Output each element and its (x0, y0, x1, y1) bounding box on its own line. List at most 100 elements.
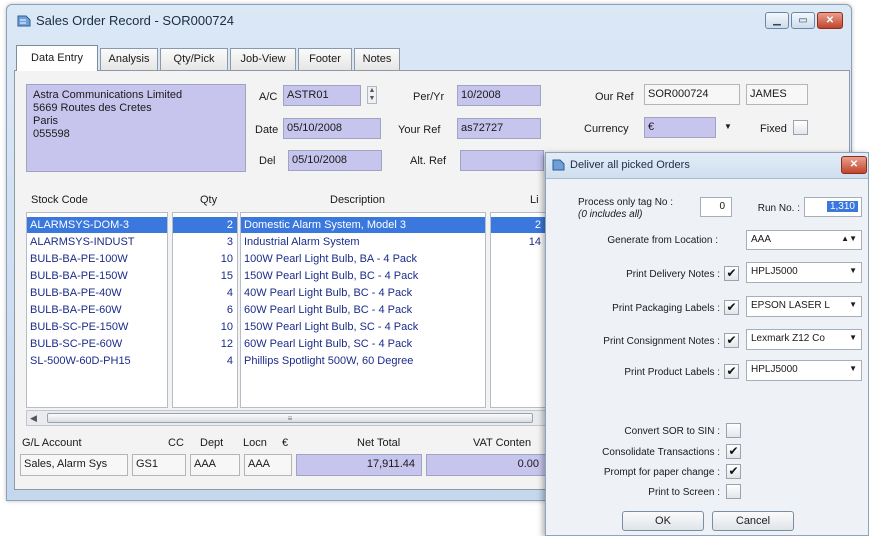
table-row-4-desc[interactable]: 40W Pearl Light Bulb, BC - 4 Pack (241, 285, 485, 301)
table-row-8-code[interactable]: SL-500W-60D-PH15 (27, 353, 167, 369)
table-row-4-code[interactable]: BULB-BA-PE-40W (27, 285, 167, 301)
table-row-2-desc[interactable]: 100W Pearl Light Bulb, BA - 4 Pack (241, 251, 485, 267)
table-row-5-desc[interactable]: 60W Pearl Light Bulb, BC - 4 Pack (241, 302, 485, 318)
scroll-thumb[interactable]: ≡ (47, 413, 533, 423)
run-no-input[interactable]: 1,310 (804, 197, 862, 217)
cc-field[interactable]: GS1 (132, 454, 186, 476)
print-to-screen-checkbox[interactable] (726, 484, 741, 499)
customer-address-box[interactable]: Astra Communications Limited 5669 Routes… (26, 84, 246, 172)
table-row-5-qty[interactable]: 6 (173, 302, 237, 318)
gl-account-field[interactable]: Sales, Alarm Sys (20, 454, 128, 476)
alt-ref-label: Alt. Ref (410, 155, 447, 167)
currency-symbol: € (282, 437, 289, 449)
table-row-2-qty[interactable]: 10 (173, 251, 237, 267)
consignment-notes-printer: Lexmark Z12 Co (751, 333, 825, 344)
table-row-1-desc[interactable]: Industrial Alarm System (241, 234, 485, 250)
ok-button[interactable]: OK (622, 511, 704, 531)
dialog-close-button[interactable]: ✕ (841, 156, 867, 174)
locn-field[interactable]: AAA (244, 454, 292, 476)
table-row-1-qty[interactable]: 3 (173, 234, 237, 250)
table-row-6-code[interactable]: BULB-SC-PE-150W (27, 319, 167, 335)
table-row-8-qty[interactable]: 4 (173, 353, 237, 369)
print-product-labels-checkbox[interactable]: ✔ (724, 364, 739, 379)
stock-code-column: ALARMSYS-DOM-3 ALARMSYS-INDUST BULB-BA-P… (26, 212, 168, 408)
table-row-8-desc[interactable]: Phillips Spotlight 500W, 60 Degree (241, 353, 485, 369)
fixed-checkbox[interactable] (793, 120, 808, 135)
close-icon: ✕ (825, 15, 835, 26)
scroll-left-icon[interactable]: ◀ (30, 411, 37, 425)
table-row-6-qty[interactable]: 10 (173, 319, 237, 335)
table-row-0-code[interactable]: ALARMSYS-DOM-3 (27, 217, 167, 233)
maximize-button[interactable]: ▭ (791, 12, 815, 29)
table-row-1-line[interactable]: 14 (491, 234, 545, 250)
table-row-0-qty[interactable]: 2 (173, 217, 237, 233)
date-field[interactable]: 05/10/2008 (283, 118, 381, 139)
chevron-down-icon: ▼ (849, 364, 857, 373)
dept-field[interactable]: AAA (190, 454, 240, 476)
horizontal-scrollbar[interactable]: ◀ ≡ (26, 410, 546, 426)
cc-label: CC (168, 437, 184, 449)
tab-qty-pick[interactable]: Qty/Pick (160, 48, 228, 70)
table-row-5-code[interactable]: BULB-BA-PE-60W (27, 302, 167, 318)
cancel-button[interactable]: Cancel (712, 511, 794, 531)
per-yr-field[interactable]: 10/2008 (457, 85, 541, 106)
table-row-0-line[interactable]: 2 (491, 217, 545, 233)
window-title: Sales Order Record - SOR000724 (36, 13, 234, 28)
your-ref-field[interactable]: as72727 (457, 118, 541, 139)
table-row-3-code[interactable]: BULB-BA-PE-150W (27, 268, 167, 284)
del-field[interactable]: 05/10/2008 (288, 150, 382, 171)
minimize-button[interactable]: ▁ (765, 12, 789, 29)
generate-location-input[interactable]: AAA ▲▼ (746, 230, 862, 250)
table-row-7-desc[interactable]: 60W Pearl Light Bulb, SC - 4 Pack (241, 336, 485, 352)
tab-footer[interactable]: Footer (298, 48, 352, 70)
table-row-1-code[interactable]: ALARMSYS-INDUST (27, 234, 167, 250)
minimize-icon: ▁ (773, 15, 781, 26)
table-row-6-desc[interactable]: 150W Pearl Light Bulb, SC - 4 Pack (241, 319, 485, 335)
tab-job-view[interactable]: Job-View (230, 48, 296, 70)
process-tag-note: (0 includes all) (578, 209, 643, 220)
print-consignment-notes-checkbox[interactable]: ✔ (724, 333, 739, 348)
customer-name: Astra Communications Limited (33, 89, 183, 101)
table-row-2-code[interactable]: BULB-BA-PE-100W (27, 251, 167, 267)
fixed-label: Fixed (760, 123, 787, 135)
run-no-label: Run No. : (757, 203, 800, 214)
tab-notes[interactable]: Notes (354, 48, 400, 70)
packaging-labels-printer-dropdown[interactable]: EPSON LASER L ▼ (746, 296, 862, 317)
process-tag-label: Process only tag No : (578, 197, 674, 208)
qty-column: 2 3 10 15 4 6 10 12 4 (172, 212, 238, 408)
net-total-label: Net Total (357, 437, 401, 449)
tab-data-entry[interactable]: Data Entry (16, 45, 98, 71)
currency-dropdown-icon[interactable]: ▼ (724, 122, 732, 131)
convert-sor-checkbox[interactable] (726, 423, 741, 438)
description-column: Domestic Alarm System, Model 3 Industria… (240, 212, 486, 408)
table-row-3-qty[interactable]: 15 (173, 268, 237, 284)
table-row-3-desc[interactable]: 150W Pearl Light Bulb, BC - 4 Pack (241, 268, 485, 284)
generate-location-label: Generate from Location : (607, 235, 718, 246)
table-row-0-desc[interactable]: Domestic Alarm System, Model 3 (241, 217, 485, 233)
table-row-7-code[interactable]: BULB-SC-PE-60W (27, 336, 167, 352)
close-button[interactable]: ✕ (817, 12, 843, 29)
prompt-paper-change-checkbox[interactable]: ✔ (726, 464, 741, 479)
our-ref-field[interactable]: SOR000724 (644, 84, 740, 105)
product-labels-printer: HPLJ5000 (751, 364, 798, 375)
table-row-4-qty[interactable]: 4 (173, 285, 237, 301)
ac-spin-icon[interactable]: ▲ ▼ (367, 86, 377, 104)
alt-ref-field[interactable] (460, 150, 544, 171)
consolidate-transactions-checkbox[interactable]: ✔ (726, 444, 741, 459)
print-delivery-notes-checkbox[interactable]: ✔ (724, 266, 739, 281)
currency-dropdown[interactable]: € (644, 117, 716, 138)
tab-analysis[interactable]: Analysis (100, 48, 158, 70)
process-tag-input[interactable]: 0 (700, 197, 732, 217)
table-row-7-qty[interactable]: 12 (173, 336, 237, 352)
consignment-notes-printer-dropdown[interactable]: Lexmark Z12 Co ▼ (746, 329, 862, 350)
ac-field[interactable]: ASTR01 (283, 85, 361, 106)
location-spin-icon[interactable]: ▲▼ (841, 234, 857, 243)
dialog-close-icon: ✕ (849, 159, 859, 170)
product-labels-printer-dropdown[interactable]: HPLJ5000 ▼ (746, 360, 862, 381)
chevron-down-icon: ▼ (849, 266, 857, 275)
prompt-paper-change-label: Prompt for paper change : (603, 467, 720, 478)
vat-content-label: VAT Conten (473, 437, 532, 449)
print-to-screen-label: Print to Screen : (648, 487, 720, 498)
delivery-notes-printer-dropdown[interactable]: HPLJ5000 ▼ (746, 262, 862, 283)
print-packaging-labels-checkbox[interactable]: ✔ (724, 300, 739, 315)
